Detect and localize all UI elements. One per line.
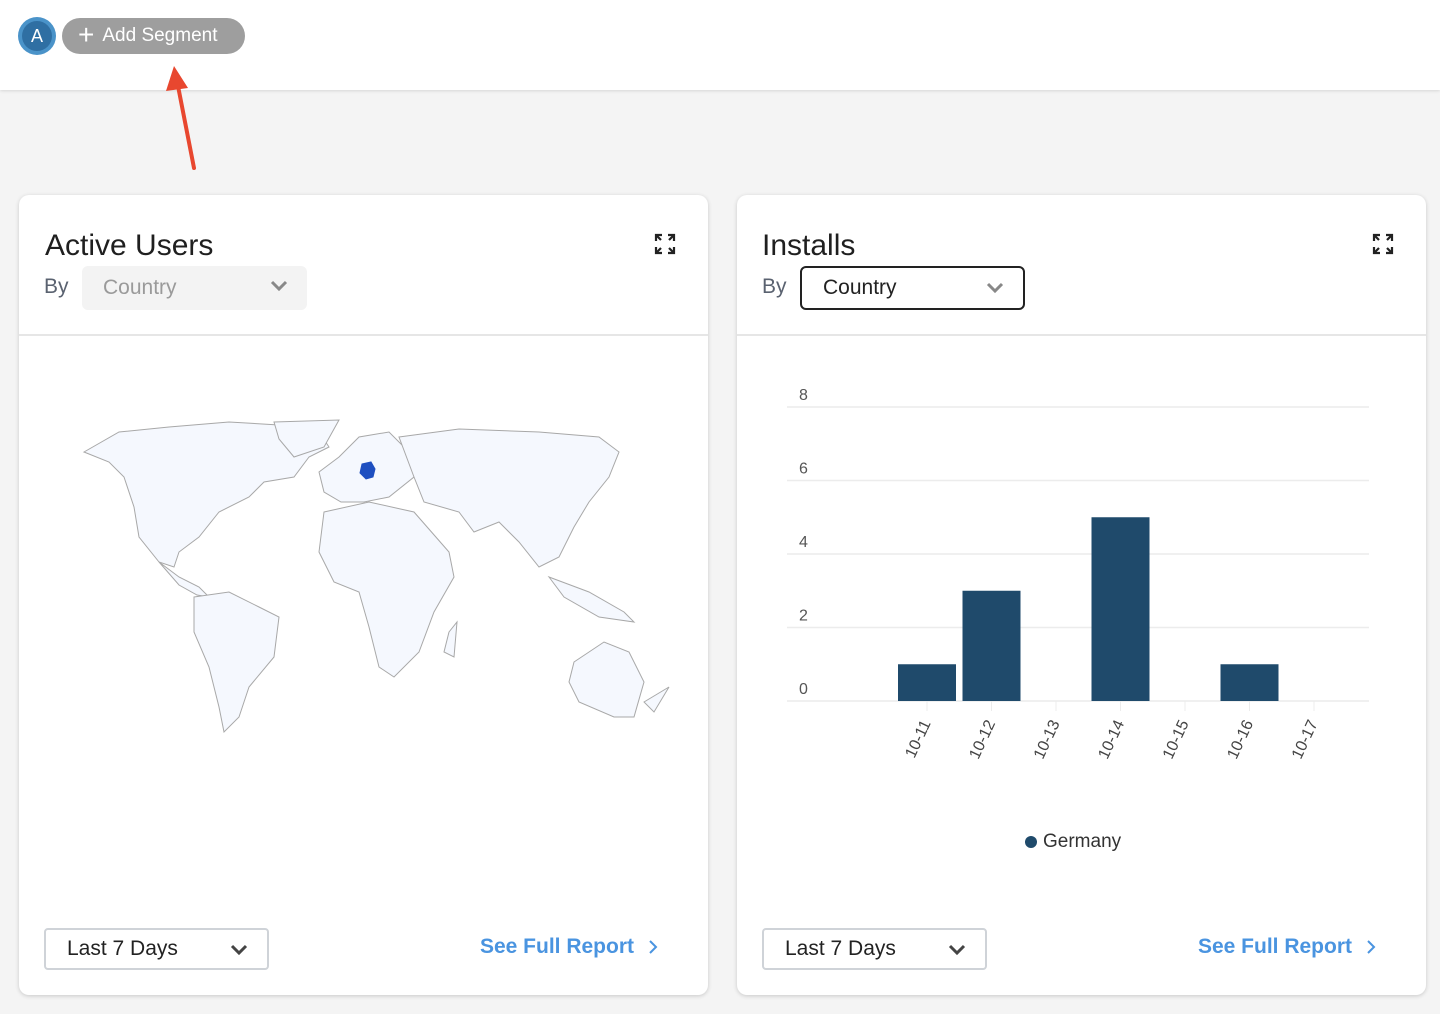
map-southeast-asia <box>547 575 636 623</box>
chevron-down-icon <box>986 282 1004 294</box>
chevron-down-icon <box>270 280 288 292</box>
map-new-zealand <box>643 686 670 713</box>
y-tick-label: 8 <box>799 387 808 404</box>
x-tick-label: 10-15 <box>1160 717 1193 761</box>
y-tick-label: 2 <box>799 608 808 625</box>
legend-label: Germany <box>1043 831 1122 852</box>
date-range-select[interactable]: Last 7 Days <box>762 928 987 970</box>
by-label: By <box>44 275 69 298</box>
chevron-down-icon <box>948 944 966 956</box>
bar[interactable] <box>962 590 1021 701</box>
expand-icon[interactable] <box>654 233 676 255</box>
map-madagascar <box>443 620 458 658</box>
see-full-report-link[interactable]: See Full Report <box>1198 935 1376 959</box>
chevron-right-icon <box>649 940 658 954</box>
y-tick-label: 6 <box>799 461 808 478</box>
bar[interactable] <box>898 664 956 701</box>
x-tick-label: 10-13 <box>1031 717 1064 761</box>
x-tick-label: 10-11 <box>902 717 934 760</box>
map-south-america <box>193 591 280 734</box>
map-africa <box>318 501 455 678</box>
bar[interactable] <box>1220 664 1279 701</box>
x-tick-label: 10-12 <box>966 717 999 761</box>
x-tick-label: 10-14 <box>1095 717 1128 761</box>
map-central-america <box>158 561 211 598</box>
header-divider <box>19 334 708 336</box>
by-label: By <box>762 275 787 298</box>
chevron-down-icon <box>230 944 248 956</box>
avatar-letter: A <box>22 21 52 51</box>
top-bar: A + Add Segment <box>0 0 1440 90</box>
segment-avatar[interactable]: A <box>18 17 56 55</box>
report-link-label: See Full Report <box>479 935 634 958</box>
chart-legend[interactable]: Germany <box>1025 831 1121 853</box>
header-divider <box>737 334 1426 336</box>
date-range-value: Last 7 Days <box>67 937 178 960</box>
group-by-select[interactable]: Country <box>800 266 1025 310</box>
chevron-right-icon <box>1367 940 1376 954</box>
date-range-select[interactable]: Last 7 Days <box>44 928 269 970</box>
group-by-value: Country <box>823 276 897 299</box>
annotation-arrow-icon <box>166 66 196 170</box>
expand-icon[interactable] <box>1372 233 1394 255</box>
card-title: Active Users <box>45 229 214 262</box>
date-range-value: Last 7 Days <box>785 937 896 960</box>
add-segment-label: Add Segment <box>102 25 218 46</box>
group-by-value: Country <box>103 276 177 299</box>
x-tick-label: 10-16 <box>1224 717 1257 761</box>
report-link-label: See Full Report <box>1197 935 1352 958</box>
bar[interactable] <box>1091 517 1150 701</box>
y-tick-label: 0 <box>799 681 808 698</box>
see-full-report-link[interactable]: See Full Report <box>480 935 658 959</box>
group-by-select[interactable]: Country <box>82 266 307 310</box>
active-users-card: Active Users By Country Last 7 Days See … <box>19 195 708 995</box>
card-title: Installs <box>762 229 856 262</box>
plus-icon: + <box>78 18 95 50</box>
y-tick-label: 4 <box>799 534 808 551</box>
installs-bar-chart: 0 2 4 6 8 10-11 10-12 10-13 10-14 10-15 10-16 10-17 <box>787 387 1369 762</box>
world-map[interactable] <box>79 417 679 737</box>
x-tick-label: 10-17 <box>1289 717 1322 761</box>
map-australia <box>568 641 645 718</box>
add-segment-button[interactable]: + Add Segment <box>62 18 245 54</box>
legend-marker-icon <box>1025 836 1037 848</box>
installs-card: Installs By Country 0 2 4 6 8 10-11 10-12 10-13… <box>737 195 1426 995</box>
